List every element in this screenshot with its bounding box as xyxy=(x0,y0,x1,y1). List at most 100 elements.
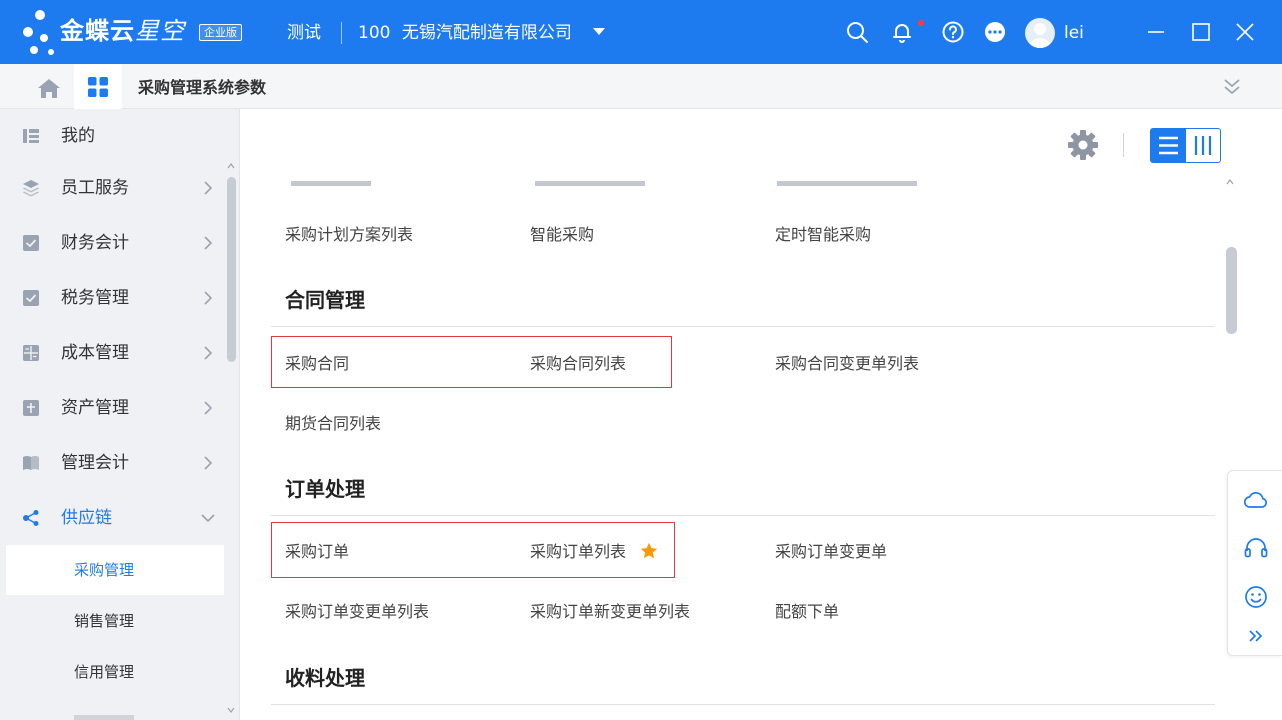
gear-icon[interactable] xyxy=(1067,129,1099,161)
sidebar-item-label: 成本管理 xyxy=(61,343,129,363)
sidebar-item-label: 员工服务 xyxy=(61,178,129,198)
environment-label: 测试 xyxy=(287,23,321,43)
search-icon[interactable] xyxy=(845,20,869,44)
app-window: 金蝶云星空 企业版 测试 100 无锡汽配制造有限公司 lei 采购管理系统参数… xyxy=(0,0,1282,720)
column-view-button[interactable] xyxy=(1186,129,1220,162)
sidebar-item-asset[interactable]: 资产管理 xyxy=(6,382,224,434)
sidebar-item-cost[interactable]: 成本管理 xyxy=(6,327,224,379)
star-icon[interactable] xyxy=(640,542,658,560)
sidebar-item-label: 我的 xyxy=(61,126,95,146)
app-grid-tab[interactable] xyxy=(74,64,122,109)
my-icon xyxy=(23,129,39,143)
list-view-button[interactable] xyxy=(1151,129,1186,162)
cloud-icon[interactable] xyxy=(1242,486,1270,514)
main-scroll-up-icon[interactable] xyxy=(1225,177,1235,187)
asset-icon xyxy=(23,400,39,416)
layers-icon xyxy=(23,180,39,197)
sidebar-subitem-label: 销售管理 xyxy=(74,612,135,630)
sidebar-subitem-credit[interactable]: 信用管理 xyxy=(6,647,224,697)
smile-icon[interactable] xyxy=(1242,583,1270,611)
link-purchase-plan-list[interactable]: 采购计划方案列表 xyxy=(285,224,413,246)
book-icon xyxy=(23,456,39,470)
chevron-right-icon xyxy=(204,181,213,195)
help-icon[interactable] xyxy=(941,20,965,44)
main-content: 采购计划方案列表 智能采购 定时智能采购 合同管理 采购合同 采购合同列表 采购… xyxy=(241,109,1282,720)
org-code: 100 xyxy=(358,23,391,43)
link-smart-purchase[interactable]: 智能采购 xyxy=(530,224,594,246)
sidebar-subitem-label: 采购管理 xyxy=(74,561,135,579)
sidebar-subitem-purchase[interactable]: 采购管理 xyxy=(6,545,224,595)
cutoff-row xyxy=(285,181,945,187)
brand-sub: 星空 xyxy=(135,17,185,45)
sidebar-item-tax[interactable]: 税务管理 xyxy=(6,272,224,324)
link-purchase-order-change-list[interactable]: 采购订单变更单列表 xyxy=(285,601,429,623)
sidebar-item-label: 供应链 xyxy=(61,508,112,528)
section-title-receiving: 收料处理 xyxy=(285,666,365,690)
section-title-order: 订单处理 xyxy=(285,477,365,501)
link-purchase-order-list[interactable]: 采购订单列表 xyxy=(530,541,626,563)
bell-icon[interactable] xyxy=(890,20,914,44)
home-icon[interactable] xyxy=(22,74,76,102)
sidebar-item-label: 管理会计 xyxy=(61,453,129,473)
floating-toolbar xyxy=(1227,470,1282,656)
sidebar: 我的 员工服务 财务会计 税务管理 成本管理 资产管理 管理会计 供应链 采购管… xyxy=(0,109,240,720)
sidebar-item-supply-chain[interactable]: 供应链 xyxy=(6,492,224,544)
chevron-right-icon xyxy=(204,236,213,250)
minimize-icon[interactable] xyxy=(1144,20,1168,44)
double-chevron-down-icon[interactable] xyxy=(1222,76,1242,98)
tax-icon xyxy=(23,290,39,306)
link-futures-contract-list[interactable]: 期货合同列表 xyxy=(285,413,381,435)
sidebar-scroll-down-icon[interactable] xyxy=(226,705,236,715)
link-purchase-contract-change-list[interactable]: 采购合同变更单列表 xyxy=(775,353,919,375)
tab-bar: 采购管理系统参数 xyxy=(0,64,1282,109)
link-purchase-order[interactable]: 采购订单 xyxy=(285,541,349,563)
link-quota-order[interactable]: 配额下单 xyxy=(775,601,839,623)
avatar[interactable] xyxy=(1025,18,1055,48)
sidebar-subitem-sales[interactable]: 销售管理 xyxy=(6,596,224,646)
columns-icon xyxy=(1194,136,1212,155)
maximize-icon[interactable] xyxy=(1189,20,1213,44)
link-scheduled-smart-purchase[interactable]: 定时智能采购 xyxy=(775,224,871,246)
link-purchase-contract[interactable]: 采购合同 xyxy=(285,353,349,375)
tab-purchase-params[interactable]: 采购管理系统参数 xyxy=(138,77,266,99)
close-icon[interactable] xyxy=(1233,20,1257,44)
sidebar-item-finance[interactable]: 财务会计 xyxy=(6,217,224,269)
sidebar-scrollbar[interactable] xyxy=(227,177,236,362)
title-divider xyxy=(341,22,342,44)
more-icon[interactable] xyxy=(983,20,1007,44)
section-divider xyxy=(271,704,1215,705)
link-purchase-order-change[interactable]: 采购订单变更单 xyxy=(775,541,887,563)
link-purchase-contract-list[interactable]: 采购合同列表 xyxy=(530,353,626,375)
sidebar-item-employee-service[interactable]: 员工服务 xyxy=(6,162,224,214)
org-dropdown-icon[interactable] xyxy=(593,28,605,35)
brand-main: 金蝶云 xyxy=(60,17,135,45)
section-divider xyxy=(271,326,1215,327)
link-purchase-order-new-change-list[interactable]: 采购订单新变更单列表 xyxy=(530,601,690,623)
title-bar: 金蝶云星空 企业版 测试 100 无锡汽配制造有限公司 lei xyxy=(0,0,1282,64)
section-title-contract: 合同管理 xyxy=(285,288,365,312)
notification-dot xyxy=(918,20,924,26)
org-selector[interactable]: 100 无锡汽配制造有限公司 xyxy=(358,22,572,44)
finance-icon xyxy=(23,235,39,251)
headset-icon[interactable] xyxy=(1242,534,1270,562)
sidebar-item-label: 资产管理 xyxy=(61,398,129,418)
sidebar-scroll-up-icon[interactable] xyxy=(226,161,236,171)
org-name: 无锡汽配制造有限公司 xyxy=(401,23,572,43)
sidebar-item-label: 税务管理 xyxy=(61,288,129,308)
chevron-right-icon xyxy=(204,456,213,470)
sidebar-subitem-cutoff xyxy=(6,699,224,720)
main-scrollbar[interactable] xyxy=(1226,247,1237,334)
double-chevron-right-icon[interactable] xyxy=(1242,623,1270,651)
toolbar-divider xyxy=(1123,133,1124,157)
user-name[interactable]: lei xyxy=(1064,22,1084,44)
list-icon xyxy=(1159,136,1178,155)
chevron-right-icon xyxy=(204,291,213,305)
sidebar-item-mgmt-accounting[interactable]: 管理会计 xyxy=(6,437,224,489)
edition-badge: 企业版 xyxy=(199,24,242,41)
section-divider xyxy=(271,515,1215,516)
grid-icon xyxy=(88,77,108,97)
sidebar-item-my[interactable]: 我的 xyxy=(6,110,224,162)
chevron-down-icon xyxy=(201,514,215,523)
view-toggle xyxy=(1150,128,1221,163)
chevron-right-icon xyxy=(204,401,213,415)
